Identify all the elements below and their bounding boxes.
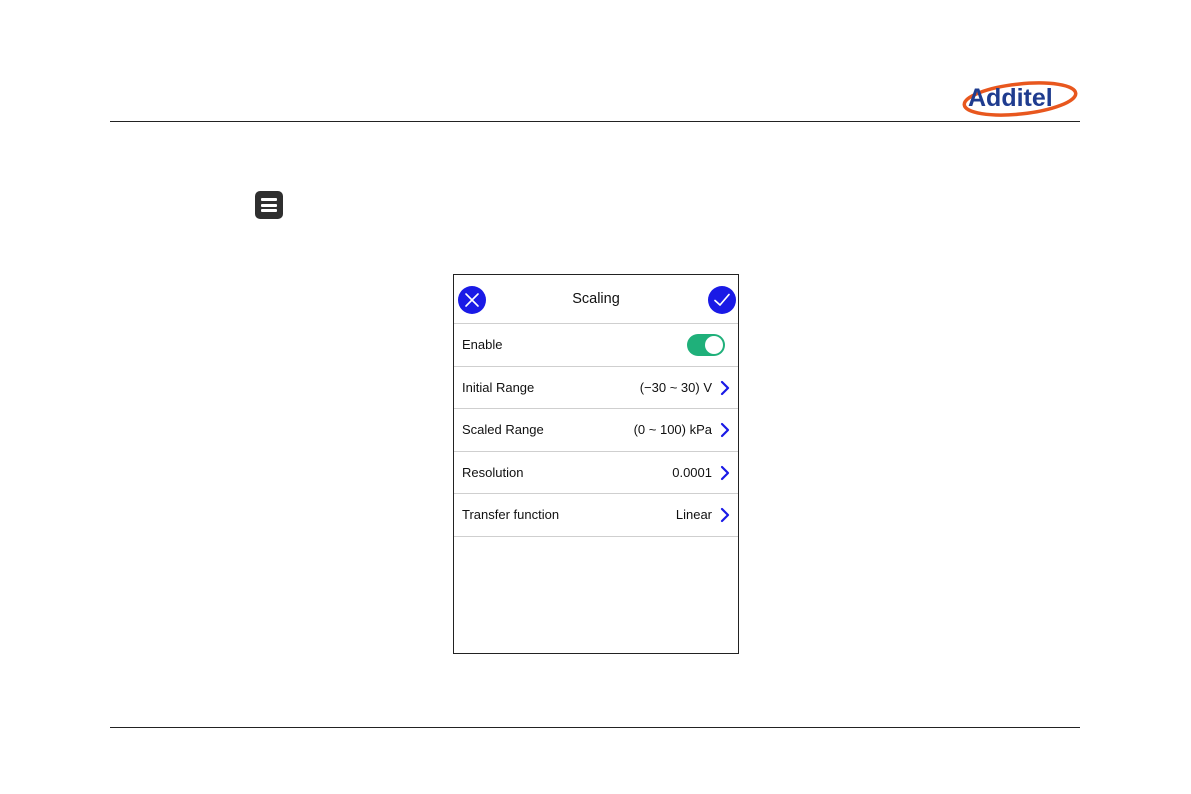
row-label: Enable	[462, 337, 503, 353]
chevron-right-icon	[720, 380, 730, 395]
row-label: Transfer function	[462, 507, 560, 523]
header-divider	[110, 121, 1080, 122]
chevron-right-icon	[720, 465, 730, 480]
resolution-row[interactable]: Resolution 0.0001	[454, 452, 738, 494]
row-value: (−30 ~ 30) V	[639, 379, 712, 395]
row-label: Scaled Range	[462, 422, 544, 438]
chevron-right-icon	[720, 422, 730, 438]
dialog-title: Scaling	[572, 291, 620, 307]
enable-toggle[interactable]	[687, 334, 725, 356]
scaled-range-row[interactable]: Scaled Range (0 ~ 100) kPa	[454, 409, 738, 452]
row-label: Initial Range	[462, 379, 535, 395]
scaling-dialog: Scaling Enable Initial Range (−30 ~ 30) …	[453, 274, 739, 654]
footer-divider	[110, 727, 1080, 728]
row-value: (0 ~ 100) kPa	[633, 422, 712, 438]
dialog-header: Scaling	[454, 275, 738, 324]
svg-text:Additel: Additel	[968, 84, 1053, 112]
enable-row: Enable	[454, 324, 738, 367]
row-value: Linear	[675, 507, 712, 523]
toggle-knob	[705, 336, 723, 354]
menu-icon	[255, 191, 283, 219]
row-label: Resolution	[462, 464, 524, 480]
row-value: 0.0001	[672, 464, 712, 480]
chevron-right-icon	[720, 507, 730, 523]
initial-range-row[interactable]: Initial Range (−30 ~ 30) V	[454, 367, 738, 409]
additel-logo: Additel	[962, 81, 1078, 117]
transfer-function-row[interactable]: Transfer function Linear	[454, 494, 738, 537]
confirm-button[interactable]	[708, 286, 736, 314]
check-icon	[714, 293, 730, 306]
